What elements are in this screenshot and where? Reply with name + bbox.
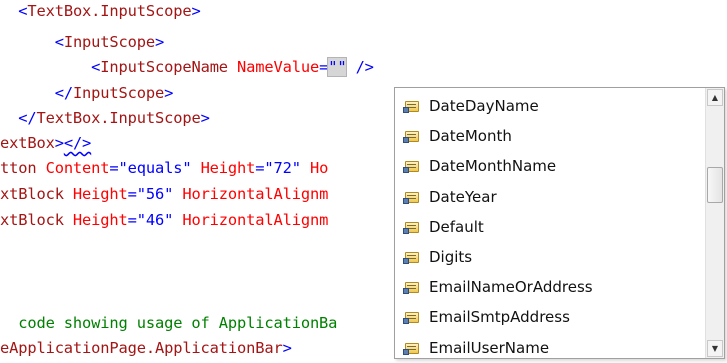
enum-member-icon bbox=[403, 98, 421, 114]
code-token: "" bbox=[327, 57, 348, 77]
scroll-up-button[interactable]: ▲ bbox=[707, 89, 723, 106]
code-token: NameValue bbox=[227, 58, 320, 76]
code-token: > bbox=[191, 2, 201, 20]
code-token: > bbox=[155, 33, 165, 51]
code-token: code showing usage of ApplicationBa bbox=[0, 314, 338, 332]
code-token: < bbox=[91, 58, 101, 76]
code-token: tton bbox=[0, 159, 37, 177]
scroll-down-button[interactable]: ▼ bbox=[707, 340, 723, 357]
completion-item-label: EmailUserName bbox=[429, 338, 550, 357]
code-token: TextBox.InputScope bbox=[27, 2, 192, 20]
completion-item-label: Default bbox=[429, 217, 484, 236]
completion-item[interactable]: Digits bbox=[403, 242, 472, 272]
code-token: > bbox=[164, 84, 174, 102]
completion-item-label: DateYear bbox=[429, 187, 497, 206]
code-token: extBox bbox=[0, 134, 55, 152]
code-token: InputScope bbox=[63, 33, 155, 51]
code-line: </TextBox.InputScope> bbox=[0, 107, 210, 130]
code-token: Ho bbox=[300, 159, 329, 177]
code-token: < bbox=[18, 2, 28, 20]
code-token: ="equals" bbox=[109, 159, 192, 177]
code-line: code showing usage of ApplicationBa bbox=[0, 312, 337, 335]
completion-item[interactable]: DateMonth bbox=[403, 121, 512, 151]
completion-item[interactable]: EmailNameOrAddress bbox=[403, 272, 593, 302]
code-token: < bbox=[54, 33, 64, 51]
completion-item[interactable]: EmailSmtpAddress bbox=[403, 302, 570, 332]
code-line: eApplicationPage.ApplicationBar> bbox=[0, 337, 292, 360]
completion-item-label: EmailNameOrAddress bbox=[429, 278, 593, 297]
enum-member-icon bbox=[403, 128, 421, 144]
code-token: /> bbox=[346, 58, 374, 76]
enum-member-icon bbox=[403, 309, 421, 325]
code-token: HorizontalAlignm bbox=[173, 211, 329, 229]
code-token: </> bbox=[63, 134, 92, 152]
completion-item-label: DateMonthName bbox=[429, 157, 557, 176]
code-token: = bbox=[319, 58, 329, 76]
completion-scrollbar[interactable]: ▲ ▼ bbox=[705, 88, 724, 358]
enum-member-icon bbox=[403, 249, 421, 265]
code-token: xtBlock bbox=[0, 185, 64, 203]
code-token: </ bbox=[54, 84, 73, 102]
code-line: <InputScope> bbox=[0, 31, 165, 54]
code-token: ="46" bbox=[127, 211, 174, 229]
completion-item-label: DateMonth bbox=[429, 127, 512, 146]
enum-member-icon bbox=[403, 340, 421, 356]
enum-member-icon bbox=[403, 158, 421, 174]
scrollbar-thumb[interactable] bbox=[707, 167, 723, 203]
completion-item-label: EmailSmtpAddress bbox=[429, 308, 570, 327]
completion-item[interactable]: DateDayName bbox=[403, 91, 539, 121]
code-line: xtBlock Height="46" HorizontalAlignm bbox=[0, 209, 328, 232]
completion-items: DateDayName DateMonth DateMonthName DateYea… bbox=[395, 88, 705, 358]
code-token: > bbox=[54, 134, 64, 152]
code-token: Height bbox=[191, 159, 256, 177]
code-line: extBox></> bbox=[0, 132, 91, 155]
code-token: > bbox=[282, 339, 292, 357]
code-line: <TextBox.InputScope> bbox=[0, 0, 201, 23]
enum-member-icon bbox=[403, 189, 421, 205]
completion-item[interactable]: EmailUserName bbox=[403, 333, 549, 363]
code-token: InputScope bbox=[72, 84, 165, 102]
code-token: eApplicationPage.ApplicationBar bbox=[0, 339, 283, 357]
code-line: </InputScope> bbox=[0, 82, 174, 105]
code-token: InputScopeName bbox=[100, 58, 228, 76]
code-token: TextBox.InputScope bbox=[36, 109, 201, 127]
completion-item[interactable]: DateYear bbox=[403, 182, 497, 212]
code-token: Content bbox=[36, 159, 110, 177]
code-token: xtBlock bbox=[0, 211, 64, 229]
code-line: tton Content="equals" Height="72" Ho bbox=[0, 157, 328, 180]
intellisense-completion-list[interactable]: DateDayName DateMonth DateMonthName DateYea… bbox=[394, 87, 725, 359]
completion-item-label: DateDayName bbox=[429, 97, 539, 115]
chevron-up-icon: ▲ bbox=[711, 93, 719, 102]
code-token: Height bbox=[63, 211, 128, 229]
enum-member-icon bbox=[403, 279, 421, 295]
code-token: Height bbox=[63, 185, 128, 203]
code-line: <InputScopeName NameValue="" /> bbox=[0, 56, 374, 79]
completion-item[interactable]: DateMonthName bbox=[403, 151, 556, 181]
enum-member-icon bbox=[403, 219, 421, 235]
chevron-down-icon: ▼ bbox=[711, 344, 719, 353]
code-line: xtBlock Height="56" HorizontalAlignm bbox=[0, 183, 328, 206]
code-token: ="56" bbox=[127, 185, 174, 203]
code-token: HorizontalAlignm bbox=[173, 185, 329, 203]
completion-item-label: Digits bbox=[429, 248, 473, 266]
code-token: </ bbox=[18, 109, 37, 127]
completion-item[interactable]: Default bbox=[403, 212, 484, 242]
code-token: ="72" bbox=[255, 159, 301, 177]
code-token: > bbox=[200, 109, 210, 127]
